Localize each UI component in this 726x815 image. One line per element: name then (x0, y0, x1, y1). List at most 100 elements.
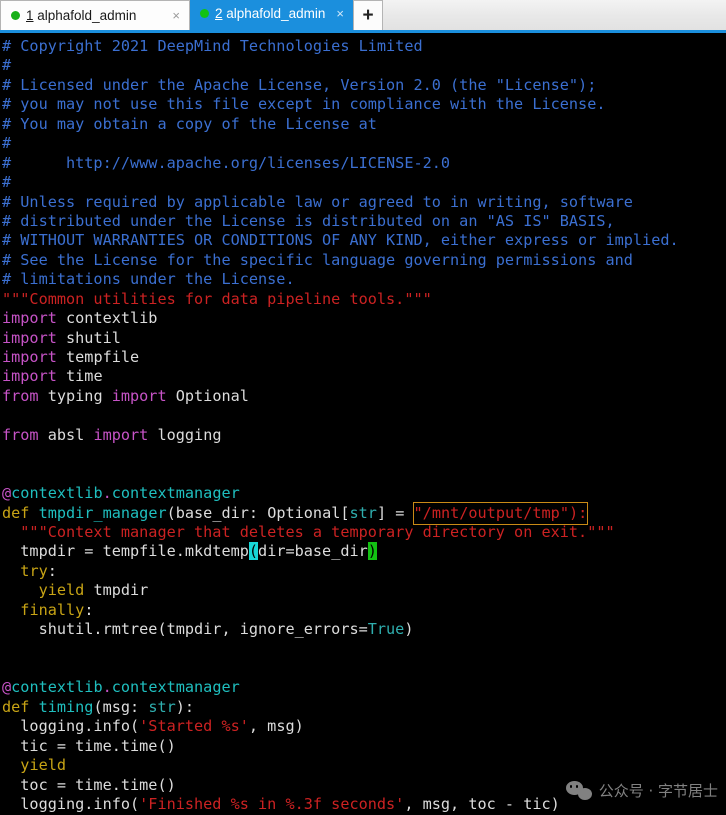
tab-alphafold-admin-2[interactable]: 2 alphafold_admin × (190, 0, 353, 30)
code-token: shutil.rmtree(tmpdir, ignore_errors= (2, 620, 368, 639)
code-token: import (93, 425, 149, 444)
tab-title: alphafold_admin (222, 6, 326, 21)
code-token: # You may obtain a copy of the License a… (2, 114, 377, 133)
matching-paren-highlight: ) (367, 542, 377, 561)
code-token: 'Finished %s in %.3f seconds' (139, 795, 405, 814)
code-token: from (2, 386, 39, 405)
code-line: """Context manager that deletes a tempor… (2, 523, 726, 542)
code-token: # WITHOUT WARRANTIES OR CONDITIONS OF AN… (2, 231, 679, 250)
tab-index: 1 (26, 8, 34, 23)
code-token: import (2, 309, 57, 328)
tab-alphafold-admin-1[interactable]: 1 alphafold_admin × (0, 0, 190, 30)
code-token: contextlib (56, 309, 158, 328)
code-token: [ (340, 503, 350, 522)
code-line: @contextlib.contextmanager (2, 484, 726, 503)
code-token: yield (38, 581, 85, 600)
code-token: @ (2, 678, 12, 697)
code-token: from (2, 425, 39, 444)
code-token: # you may not use this file except in co… (2, 95, 606, 114)
code-token: str (148, 697, 176, 716)
close-icon[interactable]: × (334, 7, 346, 20)
code-token: def (2, 503, 30, 522)
code-token: import (2, 367, 57, 386)
code-line: # (2, 173, 726, 192)
code-token: , msg, toc - tic) (404, 795, 560, 814)
code-token: time (56, 367, 103, 386)
code-line: finally: (2, 601, 726, 620)
code-token: tmpdir (84, 581, 149, 600)
code-token: typing (38, 386, 112, 405)
code-token: # distributed under the License is distr… (2, 211, 615, 230)
wechat-logo-icon (565, 781, 592, 800)
code-token: ] = (376, 503, 414, 522)
close-icon[interactable]: × (170, 9, 182, 22)
watermark-text: 公众号 · 字节居士 (598, 782, 718, 800)
code-token: logging.info( (2, 795, 140, 814)
code-line: logging.info('Started %s', msg) (2, 717, 726, 736)
code-token: True (367, 620, 405, 639)
terminal-body[interactable]: # Copyright 2021 DeepMind Technologies L… (0, 33, 726, 815)
code-token: tic = time.time() (2, 736, 176, 755)
code-line: import time (2, 367, 726, 386)
code-token: tempfile (56, 348, 140, 366)
code-line: # You may obtain a copy of the License a… (2, 115, 726, 134)
code-token: # (2, 134, 12, 153)
code-token: (msg: (93, 697, 149, 716)
green-status-dot (11, 11, 20, 20)
code-line: from absl import logging (2, 426, 726, 445)
code-line: tic = time.time() (2, 737, 726, 756)
code-token: (base_dir: (166, 503, 268, 522)
code-line: # limitations under the License. (2, 270, 726, 289)
code-token: contextlib (11, 484, 103, 503)
code-token: ) (404, 620, 414, 639)
code-token: import (2, 328, 57, 347)
code-token: Optional (166, 386, 249, 405)
code-token: contextmanager (111, 484, 240, 503)
code-token: 'Started %s' (139, 717, 249, 736)
code-line: def timing(msg: str): (2, 698, 726, 717)
code-line: """Common utilities for data pipeline to… (2, 290, 726, 309)
code-line: from typing import Optional (2, 387, 726, 406)
code-line: import contextlib (2, 309, 726, 328)
code-token: absl (38, 425, 94, 444)
code-token: # Licensed under the Apache License, Ver… (2, 75, 597, 94)
code-token: : (84, 600, 94, 619)
code-token: """Context manager that deletes a tempor… (2, 522, 615, 541)
code-token: # See the License for the specific langu… (2, 250, 633, 269)
code-token: # Copyright 2021 DeepMind Technologies L… (2, 37, 423, 55)
code-line: try: (2, 562, 726, 581)
code-token: shutil (56, 328, 121, 347)
code-line: # you may not use this file except in co… (2, 95, 726, 114)
tab-title: alphafold_admin (33, 8, 137, 23)
code-token: tmpdir_manager (38, 503, 167, 522)
code-token: dir=base_dir (258, 542, 368, 561)
new-tab-button[interactable]: + (353, 0, 383, 30)
code-line: shutil.rmtree(tmpdir, ignore_errors=True… (2, 620, 726, 639)
code-token: contextlib (11, 678, 103, 697)
code-token: logging (148, 425, 222, 444)
code-line: import tempfile (2, 348, 726, 367)
code-token: str (349, 503, 377, 522)
code-token: @ (2, 484, 12, 503)
code-token: """Common utilities for data pipeline to… (2, 289, 432, 308)
code-token: finally (20, 600, 85, 619)
code-line: # Unless required by applicable law or a… (2, 193, 726, 212)
code-line: # See the License for the specific langu… (2, 251, 726, 270)
code-token: yield (20, 756, 67, 775)
code-line: # WITHOUT WARRANTIES OR CONDITIONS OF AN… (2, 231, 726, 250)
code-token: try (20, 561, 48, 580)
tab-index: 2 (215, 6, 223, 21)
code-editor-buffer[interactable]: # Copyright 2021 DeepMind Technologies L… (2, 37, 726, 815)
code-line: # Copyright 2021 DeepMind Technologies L… (2, 37, 726, 56)
code-token: # limitations under the License. (2, 270, 295, 289)
code-token: # (2, 173, 12, 192)
code-token: ): (175, 697, 195, 716)
code-line: # Licensed under the Apache License, Ver… (2, 76, 726, 95)
